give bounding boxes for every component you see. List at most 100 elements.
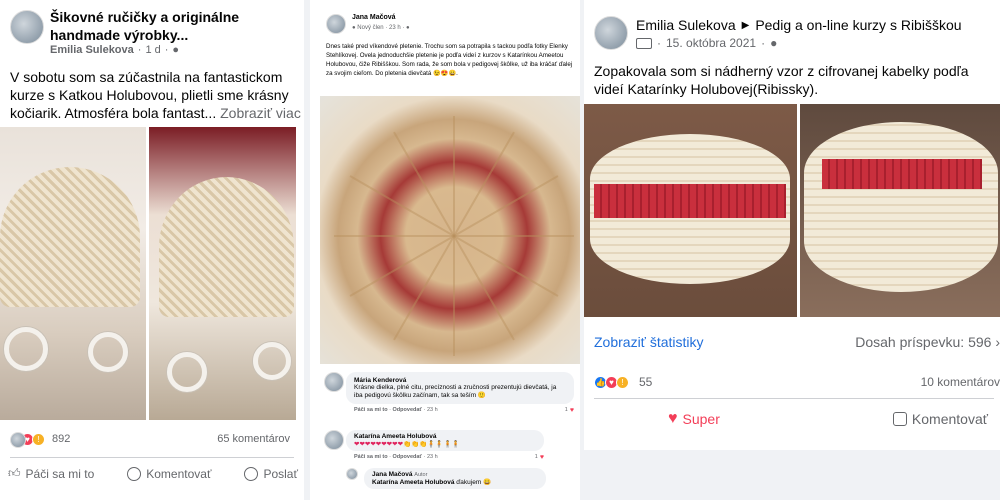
divider (10, 457, 294, 458)
post-stats: 👍 ♥ ! 55 10 komentárov (594, 375, 1000, 389)
basket-red-band (822, 159, 982, 189)
super-label: Super (682, 411, 720, 427)
basket-red-band (594, 184, 786, 218)
comments-count[interactable]: 10 komentárov (921, 375, 1000, 389)
post-photo-1[interactable] (0, 127, 146, 420)
comment-time[interactable]: 23 h (427, 407, 438, 413)
divider (594, 398, 994, 399)
post-reach[interactable]: Dosah príspevku: 596 › (855, 334, 1000, 350)
group-title[interactable]: Šikovné ručičky a originálne handmade vý… (50, 8, 300, 44)
pram-wheel (4, 327, 48, 371)
insights-row: Zobraziť štatistiky Dosah príspevku: 596… (594, 334, 1000, 350)
dot-separator: · (657, 36, 661, 50)
post-header: Emilia Sulekova ▶ Pedig a on-line kurzy … (636, 17, 962, 33)
group-name[interactable]: Pedig a on-line kurzy s Ribišškou (755, 17, 961, 33)
viewer-avatar[interactable] (10, 432, 26, 448)
post-2: Jana Mačová ● Nový člen · 23 h · ● Dnes … (310, 0, 580, 500)
avatar[interactable] (10, 10, 44, 44)
share-button[interactable]: Poslať (244, 466, 298, 481)
reactions-count: 892 (52, 433, 71, 445)
heart-icon: ♥ (569, 407, 574, 414)
post-date[interactable]: 15. októbra 2021 (666, 36, 756, 50)
post-text: V sobotu som sa zúčastnila na fantastick… (10, 68, 302, 122)
post-actions: 👍︎ Páči sa mi to Komentovať Poslať (8, 466, 298, 481)
comment-icon (892, 412, 907, 426)
commenter-avatar[interactable] (346, 468, 358, 480)
weave-spoke (454, 235, 574, 238)
wow-reaction-icon: ! (32, 432, 45, 446)
comment-time[interactable]: 23 h (427, 454, 438, 460)
post-photo-2[interactable] (149, 127, 296, 420)
author-name[interactable]: Emilia Sulekova (50, 44, 134, 56)
wicker-pram-image (0, 167, 140, 307)
comment-actions: Páči sa mi to · Odpovedať · 23 h ♥ 1 (354, 407, 574, 414)
comment-bubble: Mária Kenderová Krásne dielka, plné citu… (346, 372, 574, 404)
commenter-name[interactable]: Katarína Ameeta Holubová (354, 433, 536, 440)
globe-icon: ● (406, 25, 410, 31)
post-photo[interactable] (320, 96, 580, 364)
comment-button[interactable]: Komentovať (892, 410, 988, 428)
chevron-right-icon: › (995, 334, 1000, 350)
heart-icon: ♥ (539, 454, 544, 461)
pram-wheel (88, 332, 128, 372)
comment-text: ďakujem 😀 (456, 479, 492, 486)
post-header: Šikovné ručičky a originálne handmade vý… (10, 8, 300, 58)
comment-text: ❤❤❤❤❤❤❤❤❤👏👏👏🧍🧍🧍🧍 (354, 441, 460, 448)
commenter-name[interactable]: Jana Mačová (372, 471, 412, 478)
comment-like-link[interactable]: Páči sa mi to (354, 407, 388, 413)
like-label: Páči sa mi to (25, 466, 95, 481)
super-button[interactable]: ♥ Super (668, 410, 720, 428)
avatar[interactable] (326, 14, 346, 34)
post-photo-1[interactable] (584, 104, 797, 317)
post-text: Dnes také pred víkendové pletenie. Troch… (326, 43, 573, 77)
dot-separator: · (385, 25, 388, 31)
post-photo-2[interactable] (800, 104, 1000, 317)
post-time[interactable]: 1 d (145, 44, 160, 56)
mention-link[interactable]: Katarína Ameeta Holubová (372, 479, 454, 486)
messenger-icon (244, 466, 259, 481)
member-badge: Nový člen (357, 25, 384, 31)
reply: Jana Mačová Autor Katarína Ameeta Holubo… (346, 468, 546, 489)
comment-reply-link[interactable]: Odpovedať (393, 454, 423, 460)
post-1: Šikovné ručičky a originálne handmade vý… (0, 0, 304, 500)
commenter-avatar[interactable] (324, 430, 344, 450)
weave-spoke (349, 235, 455, 298)
post-meta: ● Nový člen · 23 h · ● (352, 25, 410, 31)
triangle-right-icon: ▶ (741, 19, 750, 31)
comment-button[interactable]: Komentovať (127, 466, 211, 481)
post-stats: 👍 ♥ ! 892 65 komentárov (10, 430, 290, 448)
see-more-link[interactable]: Zobraziť viac (220, 105, 301, 121)
comment-bubble: Katarína Ameeta Holubová ❤❤❤❤❤❤❤❤❤👏👏👏🧍🧍🧍… (346, 430, 544, 451)
author-name[interactable]: Jana Mačová (352, 14, 396, 21)
wow-reaction-icon: ! (616, 375, 629, 389)
comment-like-link[interactable]: Páči sa mi to (354, 454, 388, 460)
post-actions: ♥ Super Komentovať (668, 410, 988, 428)
post-reach-text: Dosah príspevku: 596 (855, 334, 992, 350)
post-3: Emilia Sulekova ▶ Pedig a on-line kurzy … (584, 0, 1000, 450)
post-meta: · 15. októbra 2021 · ● (636, 36, 777, 50)
comment-reacts-count: 1 (534, 454, 538, 460)
comment: Mária Kenderová Krásne dielka, plné citu… (324, 372, 574, 414)
pram-wheel (253, 342, 291, 380)
weave-spoke (453, 116, 455, 237)
post-time[interactable]: 23 h (389, 25, 401, 31)
reactions-summary[interactable]: 👍 ♥ ! 55 (594, 375, 652, 389)
comment-label: Komentovať (146, 466, 212, 481)
new-member-icon: ● (352, 25, 356, 31)
avatar[interactable] (594, 16, 628, 50)
comment-bubble: Jana Mačová Autor Katarína Ameeta Holubo… (364, 468, 546, 489)
dot-separator: · (761, 36, 766, 50)
comment-reply-link[interactable]: Odpovedať (393, 407, 423, 413)
comments-count[interactable]: 65 komentárov (217, 433, 290, 445)
commenter-name[interactable]: Mária Kenderová (354, 377, 566, 384)
like-button[interactable]: 👍︎ Páči sa mi to (8, 466, 94, 481)
commenter-avatar[interactable] (324, 372, 344, 392)
thumbs-up-icon: 👍︎ (8, 466, 21, 480)
weave-spoke (334, 235, 454, 238)
view-insights-link[interactable]: Zobraziť štatistiky (594, 334, 704, 350)
author-name[interactable]: Emilia Sulekova (636, 17, 736, 33)
comment-reacts-count: 1 (564, 407, 568, 413)
comment-actions: Páči sa mi to · Odpovedať · 23 h ♥ 1 (354, 454, 544, 461)
group-icon (636, 37, 652, 49)
reactions-count: 55 (639, 375, 653, 389)
